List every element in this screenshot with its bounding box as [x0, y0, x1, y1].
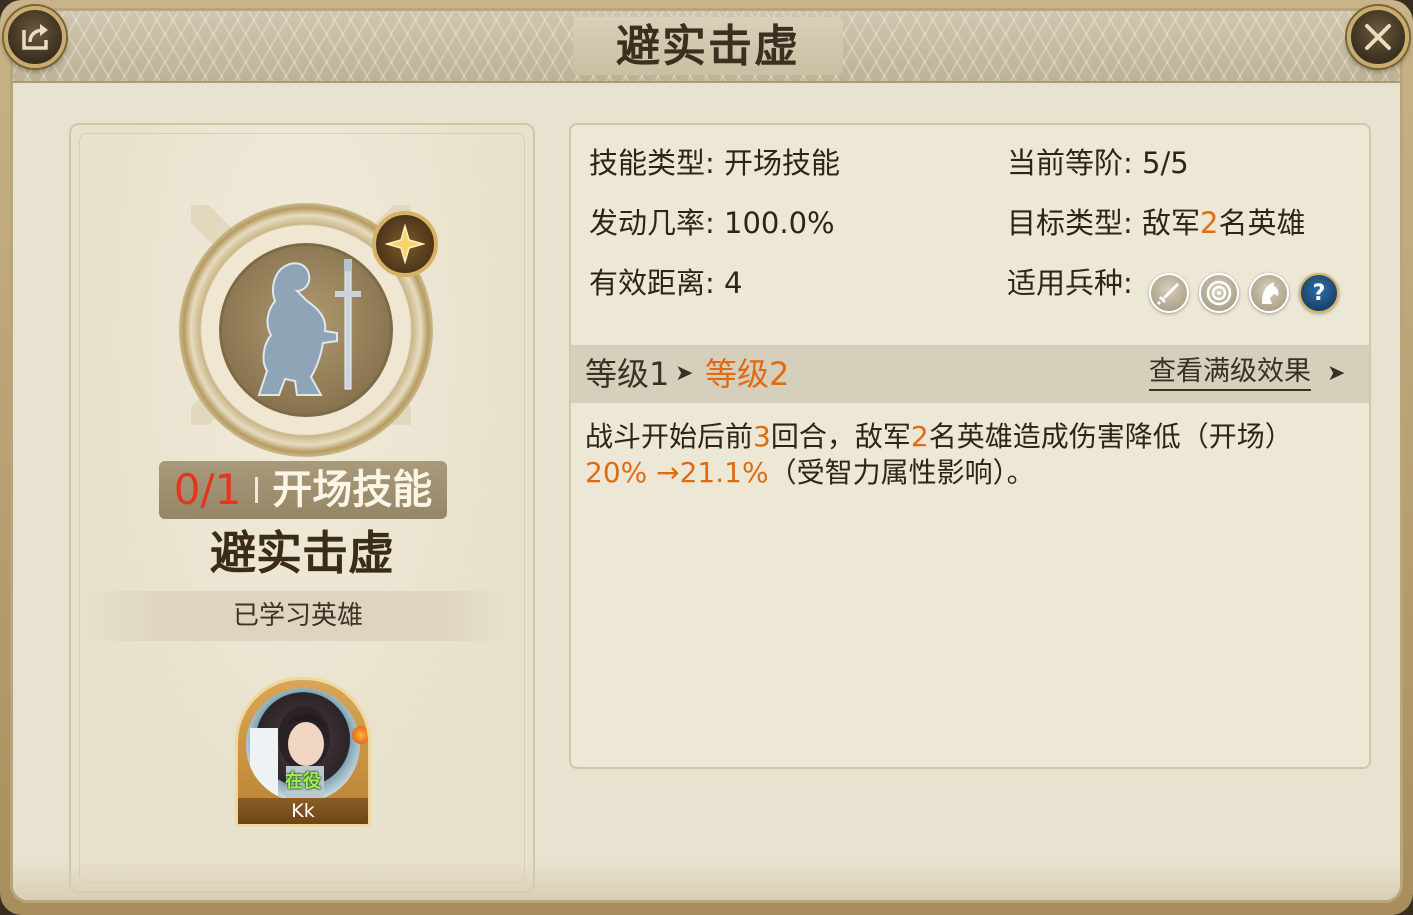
target-label: 目标类型: [1007, 206, 1133, 240]
skill-count: 0/1 [173, 465, 242, 514]
desc-to-value: 21.1% [679, 456, 769, 489]
sword-icon[interactable] [1149, 273, 1189, 313]
level-current: 等级1 [585, 355, 670, 393]
chance-value: 100.0% [724, 206, 835, 240]
chance-label: 发动几率: [589, 206, 715, 240]
rank-label: 当前等阶: [1007, 146, 1133, 180]
hero-name: Kk [238, 798, 368, 824]
chevron-right-icon[interactable]: ➤ [1327, 345, 1345, 403]
window-frame: 避实击虚 0/1 开场技能 避实击虚 已学习英雄 在役 Kk 技能类型: 开场技… [0, 0, 1413, 915]
sun-status-icon [352, 726, 368, 744]
skill-type-tag: 开场技能 [272, 467, 433, 513]
desc-part-4: （受智力属性影响）。 [768, 456, 1035, 489]
horse-icon[interactable] [1249, 273, 1289, 313]
desc-rounds: 3 [753, 420, 771, 453]
skill-type-value: 开场技能 [724, 146, 841, 180]
level-arrow-icon: ➤ [675, 361, 694, 386]
troop-row: 适用兵种: [1007, 263, 1133, 303]
chance-row: 发动几率: 100.0% [589, 203, 835, 243]
learned-heroes-label: 已学习英雄 [83, 591, 513, 641]
target-prefix: 敌军 [1142, 206, 1201, 240]
desc-from-value: 20% [585, 456, 648, 489]
target-suffix: 名英雄 [1218, 206, 1306, 240]
desc-part-3: 名英雄造成伤害降低（开场） [928, 420, 1293, 453]
level-bar: 等级1 ➤ 等级2 查看满级效果 ➤ [571, 345, 1369, 403]
skill-type-row: 技能类型: 开场技能 [589, 143, 840, 183]
skill-count-plate: 0/1 开场技能 [159, 461, 447, 519]
desc-part-2: 回合，敌军 [770, 420, 911, 453]
skill-type-label: 技能类型: [589, 146, 715, 180]
target-count: 2 [1200, 206, 1219, 240]
desc-part-1: 战斗开始后前 [585, 420, 754, 453]
level-next: 等级2 [705, 355, 790, 393]
troop-label: 适用兵种: [1007, 266, 1133, 300]
hero-status: 在役 [285, 771, 321, 792]
view-max-level-link[interactable]: 查看满级效果 [1149, 355, 1311, 391]
close-icon [1365, 24, 1391, 50]
question-icon[interactable]: ? [1299, 273, 1339, 313]
share-button[interactable] [4, 6, 66, 68]
desc-arrow: → [647, 456, 680, 489]
share-icon [22, 24, 48, 50]
skill-description: 战斗开始后前3回合，敌军2名英雄造成伤害降低（开场） 20% →21.1%（受智… [585, 419, 1345, 491]
skill-detail-panel: 避实击虚 0/1 开场技能 避实击虚 已学习英雄 在役 Kk 技能类型: 开场技… [10, 8, 1403, 903]
rank-row: 当前等阶: 5/5 [1007, 143, 1189, 183]
range-value: 4 [724, 266, 743, 300]
target-icon[interactable] [1199, 273, 1239, 313]
close-button[interactable] [1347, 6, 1409, 68]
range-row: 有效距离: 4 [589, 263, 742, 303]
divider [255, 477, 259, 503]
page-title: 避实击虚 [616, 21, 800, 72]
target-row: 目标类型: 敌军2名英雄 [1007, 203, 1305, 243]
star-badge-icon [372, 211, 438, 277]
rank-value: 5/5 [1142, 146, 1189, 180]
skill-name: 避实击虚 [210, 526, 394, 580]
skill-card: 0/1 开场技能 避实击虚 已学习英雄 在役 Kk [69, 123, 535, 893]
kneeling-warrior-icon [257, 259, 361, 396]
range-label: 有效距离: [589, 266, 715, 300]
hero-card[interactable]: 在役 Kk [235, 677, 371, 827]
desc-targets: 2 [910, 420, 929, 453]
